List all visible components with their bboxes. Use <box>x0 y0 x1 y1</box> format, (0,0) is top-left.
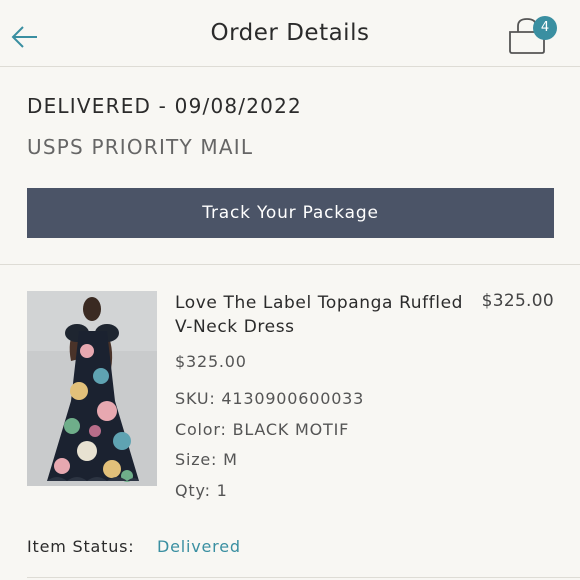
section-divider <box>0 264 580 265</box>
line-total-price: $325.00 <box>481 291 554 311</box>
track-package-button[interactable]: Track Your Package <box>27 188 554 238</box>
product-size: Size: M <box>175 450 238 469</box>
dress-photo <box>27 291 157 486</box>
product-quantity: Qty: 1 <box>175 481 228 500</box>
product-image[interactable] <box>27 291 157 486</box>
product-sku: SKU: 4130900600033 <box>175 389 365 408</box>
product-name[interactable]: Love The Label Topanga Ruffled V-Neck Dr… <box>175 291 475 339</box>
header-bar: Order Details 4 <box>0 0 580 67</box>
item-status-value: Delivered <box>157 537 241 556</box>
product-color: Color: BLACK MOTIF <box>175 420 350 439</box>
shipping-carrier: USPS PRIORITY MAIL <box>27 135 254 159</box>
bag-count-badge: 4 <box>533 16 557 40</box>
item-status-label: Item Status: <box>27 537 135 556</box>
bottom-divider <box>27 577 580 578</box>
order-details-screen: Order Details 4 DELIVERED - 09/08/2022 U… <box>0 0 580 580</box>
page-title: Order Details <box>210 20 370 46</box>
delivery-status: DELIVERED - 09/08/2022 <box>27 94 302 118</box>
unit-price: $325.00 <box>175 352 247 371</box>
